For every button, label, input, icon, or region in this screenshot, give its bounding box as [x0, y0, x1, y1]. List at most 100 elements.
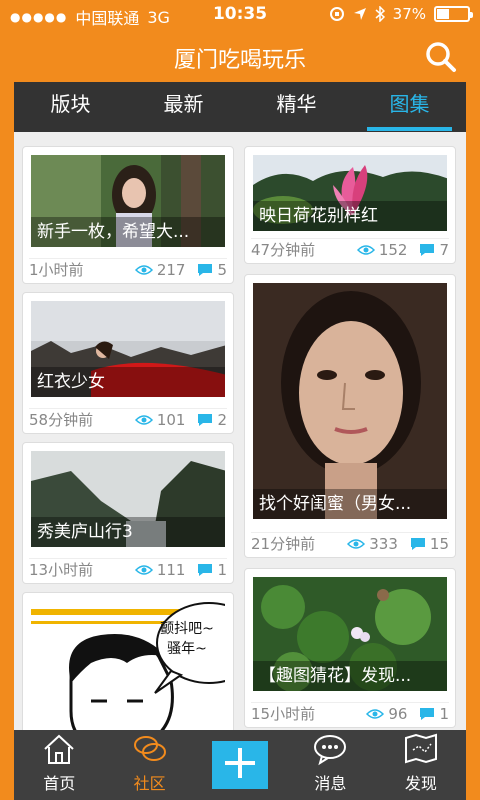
- post-views: 96: [366, 705, 407, 723]
- nav-label: 社区: [133, 774, 166, 793]
- post-views: 101: [134, 410, 186, 429]
- post-time: 47分钟前: [251, 241, 316, 259]
- battery-percent: 37%: [392, 5, 426, 23]
- views-count: 152: [378, 240, 408, 259]
- post-card[interactable]: 红衣少女 58分钟前 101 2: [22, 292, 234, 434]
- views-count: 111: [156, 560, 186, 579]
- home-icon: [44, 734, 74, 764]
- bottom-nav: 首页 社区 消息 发现: [14, 730, 466, 800]
- add-post-button[interactable]: [212, 741, 269, 789]
- views-count: 96: [388, 704, 408, 723]
- status-right: 37%: [329, 5, 473, 23]
- battery-icon: [434, 6, 473, 22]
- post-caption: 找个好闺蜜（男女...: [253, 489, 447, 519]
- post-image: 红衣少女: [31, 301, 225, 397]
- comment-icon: [410, 537, 425, 550]
- post-comments: 1: [197, 561, 227, 579]
- post-comments: 7: [419, 241, 449, 259]
- post-views: 333: [347, 535, 398, 553]
- comments-count: 1: [439, 704, 449, 723]
- speech-bubble-text: 颤抖吧~骚年~: [160, 621, 214, 657]
- search-icon[interactable]: [424, 40, 458, 74]
- post-time: 13小时前: [29, 561, 94, 579]
- bluetooth-icon: [375, 6, 385, 22]
- post-card[interactable]: 新手一枚，希望大... 1小时前 217 5: [22, 146, 234, 284]
- post-card[interactable]: 秀美庐山行3 13小时前 111 1: [22, 442, 234, 584]
- post-caption: 秀美庐山行3: [31, 517, 225, 547]
- rotation-lock-icon: [329, 7, 344, 21]
- tab-featured[interactable]: 精华: [240, 82, 353, 132]
- post-comments: 5: [197, 261, 227, 279]
- post-time: 15小时前: [251, 705, 316, 723]
- post-meta: 1小时前 217 5: [29, 258, 227, 280]
- post-views: 152: [356, 240, 408, 259]
- post-meta: 47分钟前 152 7: [251, 238, 449, 260]
- map-icon: [404, 733, 437, 764]
- post-time: 58分钟前: [29, 411, 94, 429]
- post-meta: 58分钟前 101 2: [29, 408, 227, 430]
- tab-gallery[interactable]: 图集: [353, 82, 466, 132]
- comment-icon: [198, 563, 213, 576]
- comments-count: 15: [429, 534, 449, 553]
- post-time: 1小时前: [29, 261, 84, 279]
- post-card[interactable]: 【趣图猜花】发现... 15小时前 96 1: [244, 568, 456, 728]
- post-image: 【趣图猜花】发现...: [253, 577, 447, 691]
- chat-bubbles-icon: [133, 736, 166, 761]
- comment-icon: [420, 707, 435, 720]
- message-icon: [314, 735, 347, 766]
- views-count: 333: [369, 534, 398, 553]
- eye-icon: [356, 244, 375, 255]
- comment-icon: [198, 263, 213, 276]
- comment-icon: [198, 413, 213, 426]
- post-caption: 【趣图猜花】发现...: [253, 661, 447, 691]
- comments-count: 7: [439, 240, 449, 259]
- nav-label: 发现: [404, 774, 437, 793]
- post-card[interactable]: 映日荷花别样红 47分钟前 152 7: [244, 146, 456, 264]
- plus-icon: [225, 748, 256, 778]
- eye-icon: [366, 708, 385, 719]
- post-comments: 2: [197, 411, 227, 429]
- nav-label: 首页: [43, 774, 76, 793]
- tab-sections[interactable]: 版块: [14, 82, 127, 132]
- gallery-grid: 新手一枚，希望大... 1小时前 217 5 红衣少女 58分钟前 101 2 …: [14, 132, 466, 730]
- post-comments: 15: [410, 535, 449, 553]
- views-count: 217: [156, 260, 186, 279]
- post-views: 217: [134, 260, 186, 279]
- eye-icon: [347, 538, 366, 549]
- page-title: 厦门吃喝玩乐: [173, 48, 306, 73]
- post-image: 新手一枚，希望大...: [31, 155, 225, 247]
- eye-icon: [134, 414, 153, 425]
- post-meta: 13小时前 111 1: [29, 558, 227, 580]
- eye-icon: [134, 564, 153, 575]
- nav-post[interactable]: [195, 730, 285, 800]
- post-caption: 红衣少女: [31, 367, 225, 397]
- nav-home[interactable]: 首页: [14, 730, 104, 800]
- app-header: 厦门吃喝玩乐: [0, 30, 480, 82]
- post-caption: 新手一枚，希望大...: [31, 217, 225, 247]
- post-image: 秀美庐山行3: [31, 451, 225, 547]
- comments-count: 1: [217, 560, 227, 579]
- post-card[interactable]: 找个好闺蜜（男女... 21分钟前 333 15: [244, 274, 456, 558]
- views-count: 101: [156, 410, 186, 429]
- post-comments: 1: [419, 705, 449, 723]
- comments-count: 2: [217, 410, 227, 429]
- post-image: 找个好闺蜜（男女...: [253, 283, 447, 519]
- tab-latest[interactable]: 最新: [127, 82, 240, 132]
- tab-bar: 版块 最新 精华 图集: [14, 82, 466, 132]
- post-views: 111: [134, 560, 186, 579]
- post-image: 映日荷花别样红: [253, 155, 447, 231]
- nav-community[interactable]: 社区: [104, 730, 194, 800]
- post-card[interactable]: 颤抖吧~骚年~: [22, 592, 234, 730]
- location-arrow-icon: [353, 8, 366, 20]
- nav-discover[interactable]: 发现: [376, 730, 466, 800]
- post-meta: 21分钟前 333 15: [251, 532, 449, 554]
- post-meta: 15小时前 96 1: [251, 702, 449, 724]
- post-caption: 映日荷花别样红: [253, 201, 447, 231]
- comment-icon: [420, 243, 435, 256]
- comments-count: 5: [217, 260, 227, 279]
- post-time: 21分钟前: [251, 535, 316, 553]
- post-image: 颤抖吧~骚年~: [31, 601, 225, 730]
- nav-label: 消息: [314, 774, 347, 793]
- eye-icon: [134, 264, 153, 275]
- nav-messages[interactable]: 消息: [285, 730, 375, 800]
